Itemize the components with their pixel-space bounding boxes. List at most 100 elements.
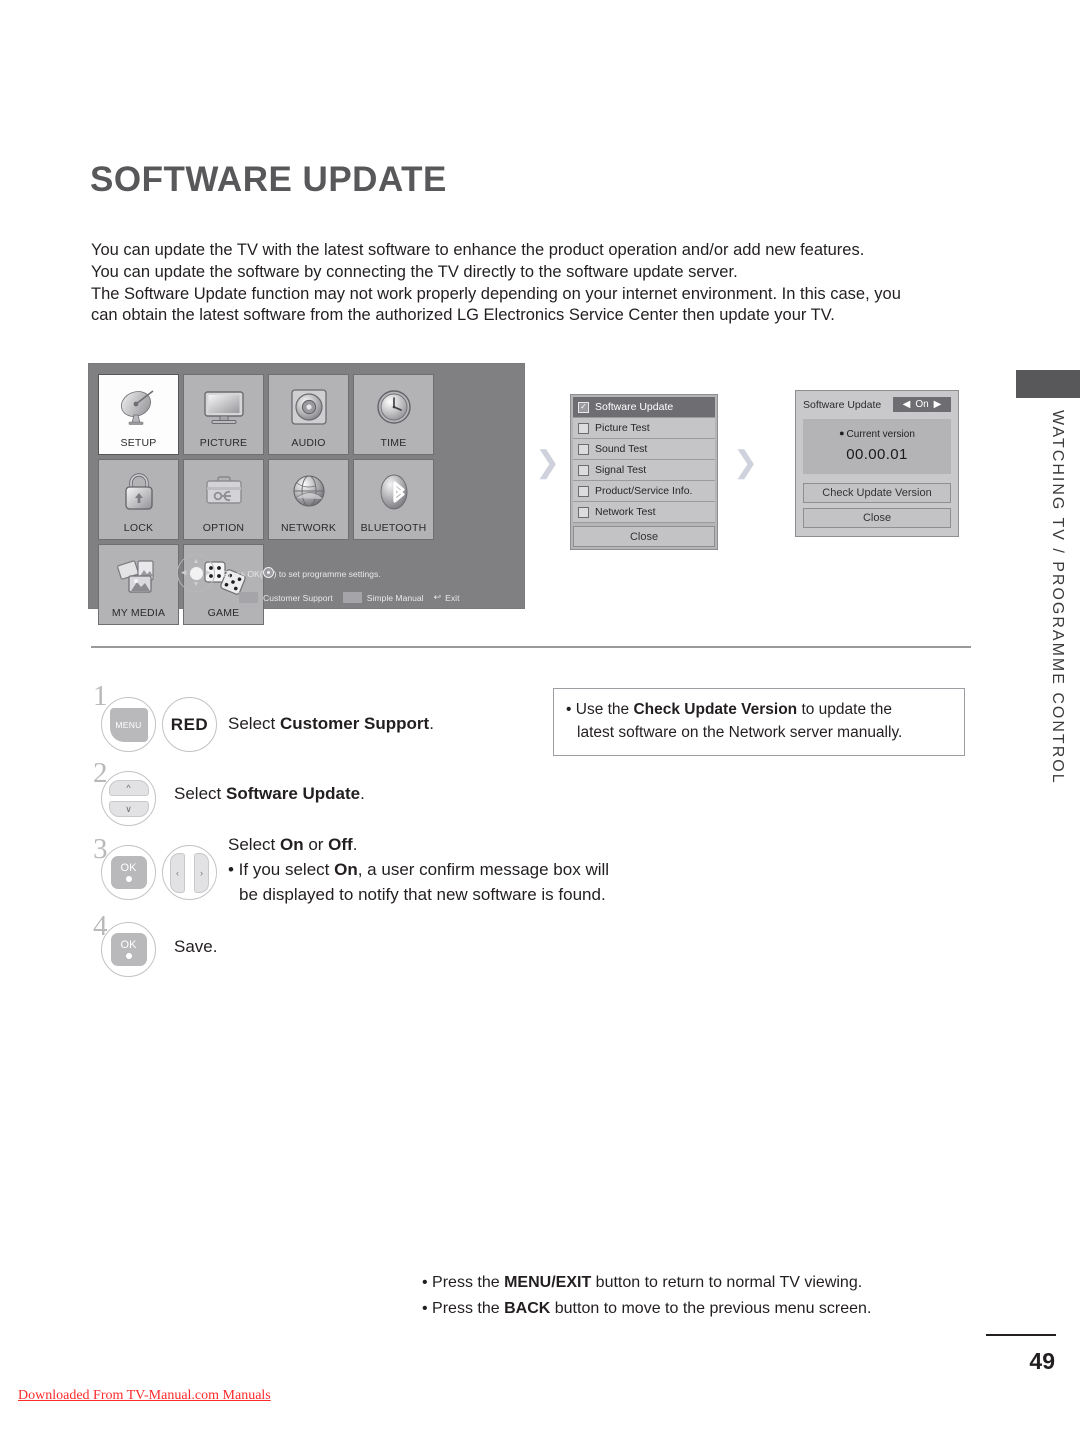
- menu-key-icon: MENU: [109, 707, 148, 742]
- checkbox-icon: [578, 485, 589, 497]
- checkbox-icon: [578, 506, 589, 518]
- step-3-line2-plain-2: , a user confirm message box will: [357, 860, 610, 879]
- osd-tile-lock[interactable]: LOCK: [98, 459, 179, 540]
- osd-simple-manual-shortcut[interactable]: Simple Manual: [342, 592, 424, 603]
- osd-tile-label: GAME: [207, 607, 240, 619]
- osd-tile-setup[interactable]: SETUP: [98, 374, 179, 455]
- osd-help-text: Press OK() to set programme settings.: [223, 567, 381, 579]
- osd-tile-time[interactable]: TIME: [353, 374, 434, 455]
- osd-list-row-label: Sound Test: [595, 443, 648, 455]
- arrow-right-icon[interactable]: ›: [194, 852, 209, 893]
- callout-plain-1: Use the: [571, 701, 634, 718]
- satellite-dish-icon: [99, 384, 178, 430]
- osd-simple-manual-label: Simple Manual: [366, 592, 424, 603]
- osd-tile-label: NETWORK: [280, 522, 337, 534]
- bottom-note-line-2: • Press the BACK button to move to the p…: [422, 1296, 871, 1322]
- osd-list-close-button[interactable]: Close: [573, 526, 715, 547]
- current-version-value: 00.00.01: [846, 446, 908, 463]
- arrow-right-icon: ▶: [205, 569, 211, 577]
- page-title: SOFTWARE UPDATE: [90, 160, 447, 199]
- osd-list-row-picture-test[interactable]: Picture Test: [573, 418, 715, 439]
- software-update-toggle[interactable]: ◀ On ▶: [893, 397, 951, 412]
- osd-tile-network[interactable]: NETWORK: [268, 459, 349, 540]
- arrow-down-icon[interactable]: ∨: [108, 801, 149, 817]
- osd-help-row: ▲ ▼ ◀ ▶ Press OK() to set programme sett…: [177, 554, 517, 592]
- osd-tile-my-media[interactable]: MY MEDIA: [98, 544, 179, 625]
- watermark-link[interactable]: Downloaded From TV-Manual.com Manuals: [18, 1388, 271, 1404]
- osd-panel-header: Software Update ◀ On ▶: [803, 397, 951, 412]
- return-arrow-icon: ↩: [433, 592, 442, 602]
- bottom-notes: • Press the MENU/EXIT button to return t…: [422, 1270, 871, 1322]
- padlock-icon: [99, 469, 178, 515]
- clock-icon: [354, 384, 433, 430]
- osd-tile-option[interactable]: OPTION: [183, 459, 264, 540]
- chapter-tab-marker: [1016, 370, 1080, 398]
- callout-bold-1: Check Update Version: [633, 701, 798, 718]
- page-number: 49: [1029, 1348, 1055, 1374]
- green-key-swatch-icon: [342, 592, 362, 603]
- current-version-box: ● Current version 00.00.01: [803, 419, 951, 474]
- step-2-text-plain-2: .: [360, 784, 365, 803]
- flow-arrow-icon-1: ❯: [535, 446, 561, 479]
- ok-key-button-step4[interactable]: OK: [101, 922, 156, 977]
- osd-tile-bluetooth[interactable]: BLUETOOTH: [353, 459, 434, 540]
- osd-list-row-network-test[interactable]: Network Test: [573, 502, 715, 523]
- arrow-up-icon: ▲: [192, 558, 200, 565]
- step-1-text-bold-1: Customer Support: [279, 714, 430, 733]
- osd-tile-label: PICTURE: [199, 437, 248, 449]
- toggle-value: On: [915, 399, 929, 410]
- flow-arrow-icon-2: ❯: [733, 446, 759, 479]
- navigation-ring-icon: ▲ ▼ ◀ ▶: [177, 554, 215, 592]
- osd-tile-label: AUDIO: [291, 437, 326, 449]
- checkbox-checked-icon: ✓: [578, 401, 589, 413]
- osd-exit-label: Exit: [445, 592, 460, 603]
- arrow-right-icon[interactable]: ▶: [934, 399, 942, 410]
- check-update-version-button[interactable]: Check Update Version: [803, 483, 951, 503]
- osd-tile-label: LOCK: [123, 522, 154, 534]
- step-2-text-plain-1: Select: [174, 784, 226, 803]
- menu-key-button[interactable]: MENU: [101, 697, 156, 752]
- osd-list-row-label: Product/Service Info.: [595, 485, 693, 497]
- callout-line-1: • Use the Check Update Version to update…: [566, 698, 954, 721]
- osd-customer-support-shortcut[interactable]: Customer Support: [239, 592, 333, 603]
- step-3-line-3: be displayed to notify that new software…: [239, 885, 606, 904]
- ok-key-button-step3[interactable]: OK: [101, 845, 156, 900]
- intro-line-1: You can update the TV with the latest so…: [91, 241, 865, 259]
- red-key-label: RED: [170, 714, 209, 734]
- osd-list-row-sound-test[interactable]: Sound Test: [573, 439, 715, 460]
- bottom-note-2-bold: BACK: [504, 1300, 551, 1317]
- osd-tile-audio[interactable]: AUDIO: [268, 374, 349, 455]
- step-2-text-bold-1: Software Update: [225, 784, 361, 803]
- speaker-icon: [269, 384, 348, 430]
- red-key-button[interactable]: RED: [162, 697, 217, 752]
- intro-line-2: You can update the software by connectin…: [91, 262, 738, 281]
- chapter-label: WATCHING TV / PROGRAMME CONTROL: [1049, 410, 1066, 785]
- step-3-line2-bold-on: On: [334, 860, 358, 879]
- section-divider: [91, 646, 971, 648]
- osd-list-row-signal-test[interactable]: Signal Test: [573, 460, 715, 481]
- osd-list-row-label: Network Test: [595, 506, 656, 518]
- bottom-note-2-plain-1: Press the: [427, 1300, 505, 1317]
- ok-key-dot-icon: [125, 952, 132, 959]
- up-down-key-button[interactable]: ^ ∨: [101, 771, 156, 826]
- osd-list-row-software-update[interactable]: ✓ Software Update: [573, 397, 715, 418]
- toolbox-icon: [184, 469, 263, 515]
- osd-list-row-product-service-info[interactable]: Product/Service Info.: [573, 481, 715, 502]
- osd-software-update-panel: Software Update ◀ On ▶ ● Current version …: [795, 390, 959, 537]
- osd-tile-label: OPTION: [202, 522, 245, 534]
- page-number-rule: [986, 1334, 1056, 1336]
- bluetooth-icon: [354, 469, 433, 515]
- step-2-text: Select Software Update.: [174, 781, 365, 806]
- osd-customer-support-list: ✓ Software Update Picture Test Sound Tes…: [570, 394, 718, 550]
- left-right-key-button[interactable]: ‹ ›: [162, 845, 217, 900]
- arrow-left-icon[interactable]: ‹: [170, 852, 185, 893]
- osd-panel-close-button[interactable]: Close: [803, 508, 951, 528]
- step-3-line-1: Select On or Off.: [228, 832, 678, 857]
- osd-exit-shortcut[interactable]: ↩ Exit: [434, 592, 460, 603]
- arrow-left-icon[interactable]: ◀: [903, 399, 911, 410]
- arrow-up-icon[interactable]: ^: [108, 780, 149, 796]
- osd-tile-picture[interactable]: PICTURE: [183, 374, 264, 455]
- ok-key-icon: OK: [110, 856, 147, 889]
- osd-panel-title: Software Update: [803, 398, 882, 411]
- bottom-note-2-plain-2: button to move to the previous menu scre…: [550, 1300, 872, 1317]
